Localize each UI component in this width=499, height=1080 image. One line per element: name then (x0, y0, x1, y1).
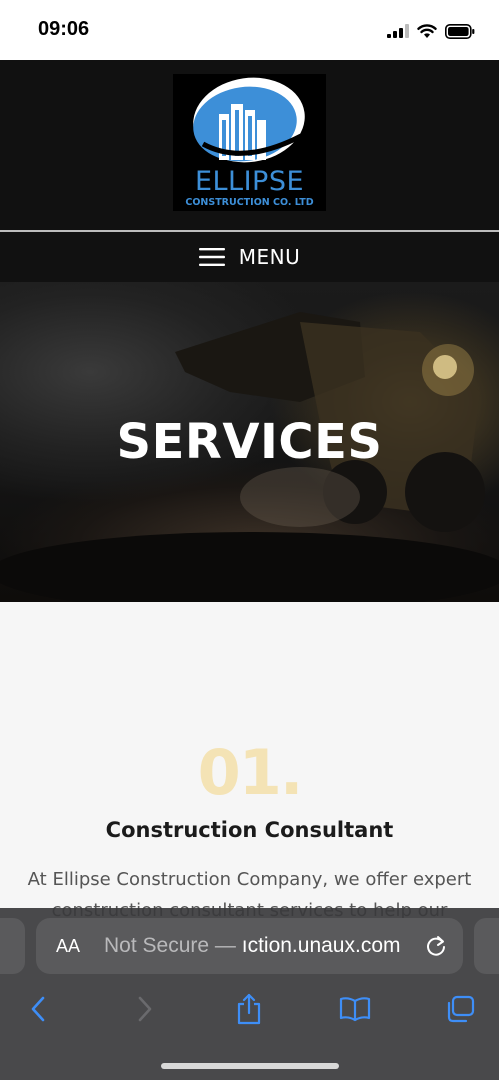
share-icon (237, 993, 261, 1025)
url-field[interactable]: Not Secure — ıction.unaux.com (104, 934, 401, 958)
signal-icon (387, 24, 409, 38)
page-title: SERVICES (116, 414, 383, 470)
chevron-right-icon (138, 996, 152, 1022)
site-logo[interactable]: ELLIPSE CONSTRUCTION CO. LTD (173, 74, 326, 211)
share-button[interactable] (229, 988, 269, 1030)
bookmarks-button[interactable] (335, 988, 375, 1030)
wifi-icon (417, 23, 437, 38)
logo-name: ELLIPSE (194, 166, 305, 197)
tabs-button[interactable] (440, 988, 480, 1030)
forward-button[interactable] (125, 988, 165, 1030)
status-bar: 09:06 (0, 0, 499, 60)
menu-toggle[interactable]: MENU (0, 232, 499, 282)
browser-toolbar (0, 988, 499, 1030)
hero-banner: SERVICES (0, 282, 499, 602)
home-indicator[interactable] (161, 1063, 339, 1069)
status-time: 09:06 (38, 18, 90, 40)
battery-icon (445, 23, 475, 39)
next-tab-peek[interactable] (474, 918, 499, 974)
back-button[interactable] (18, 988, 58, 1030)
menu-label: MENU (238, 245, 301, 269)
chevron-left-icon (31, 996, 45, 1022)
browser-chrome: AA Not Secure — ıction.unaux.com (0, 908, 499, 1080)
status-icons (387, 20, 475, 42)
book-icon (339, 997, 371, 1022)
service-number: 01. (197, 736, 304, 809)
address-bar[interactable]: AA Not Secure — ıction.unaux.com (36, 918, 463, 974)
previous-tab-peek[interactable] (0, 918, 25, 974)
logo-subtitle: CONSTRUCTION CO. LTD (185, 197, 314, 208)
security-label: Not Secure — (104, 934, 236, 957)
reload-icon[interactable] (425, 934, 447, 958)
hamburger-icon (198, 248, 225, 266)
site-header: ELLIPSE CONSTRUCTION CO. LTD (0, 60, 499, 230)
service-title: Construction Consultant (105, 818, 394, 842)
buildings-logo-icon (193, 77, 305, 163)
url-domain: ıction.unaux.com (241, 934, 401, 957)
reader-settings-button[interactable]: AA (56, 936, 80, 957)
tabs-icon (447, 995, 475, 1023)
